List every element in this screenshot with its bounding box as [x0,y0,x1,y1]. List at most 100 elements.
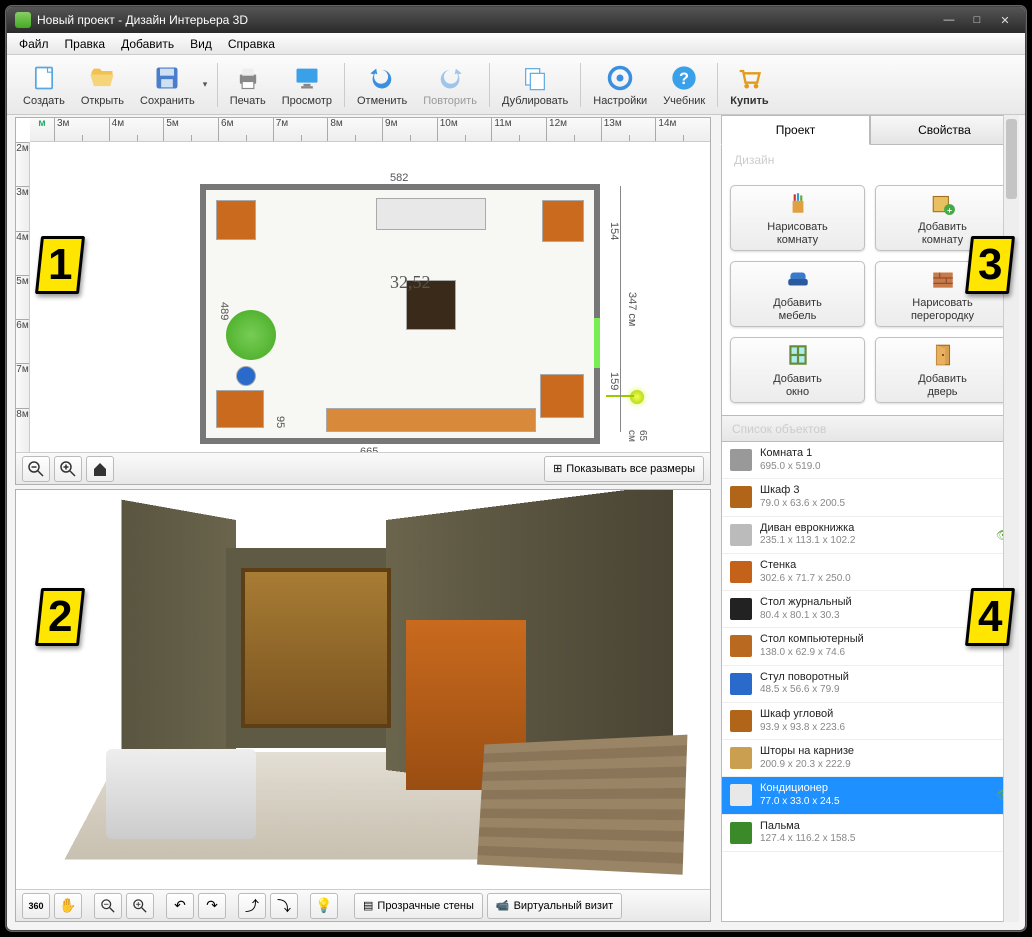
undo-button[interactable]: Отменить [349,57,415,113]
menu-edit[interactable]: Правка [57,34,114,54]
plan-canvas[interactable]: 32,52 582 347 см 154 159 65 см 665 489 9… [30,142,710,452]
zoom-out-button[interactable] [22,456,50,482]
draw-room-button[interactable]: Нарисоватькомнату [730,185,865,251]
folder-open-icon [87,63,117,93]
area-label: 32,52 [390,272,431,293]
dim-r3: 159 [608,372,620,390]
dim-top: 582 [390,172,408,184]
ruler-tick: 8м [16,408,29,452]
annotation-badge-4: 4 [965,588,1015,646]
ruler-tick: 11м [491,118,546,141]
object-row[interactable]: Кондиционер 77.0 x 33.0 x 24.5 👁 [722,777,1018,814]
object-name: Кондиционер [760,782,988,796]
furniture-desk[interactable] [216,390,264,428]
zoom-in-3d-button[interactable] [126,893,154,919]
object-icon [730,598,752,620]
ruler-tick: 8м [327,118,382,141]
save-button[interactable]: Сохранить [132,57,203,113]
add-window-button[interactable]: Добавитьокно [730,337,865,403]
annotation-badge-2: 2 [35,588,85,646]
furniture-wardrobe[interactable] [216,200,256,240]
armchair-icon [784,265,812,293]
dim-line [620,186,621,432]
object-name: Пальма [760,820,1010,834]
maximize-button[interactable]: □ [965,11,989,29]
help-icon: ? [669,63,699,93]
object-dimensions: 138.0 x 62.9 x 74.6 [760,647,1010,660]
settings-button[interactable]: Настройки [585,57,655,113]
object-row[interactable]: Шторы на карнизе 200.9 x 20.3 x 222.9 [722,740,1018,777]
duplicate-button[interactable]: Дублировать [494,57,576,113]
home-button[interactable] [86,456,114,482]
window-marker[interactable] [594,318,600,368]
titlebar: Новый проект - Дизайн Интерьера 3D — □ ✕ [7,7,1025,33]
minimize-button[interactable]: — [937,11,961,29]
furniture-corner2[interactable] [540,374,584,418]
sofa-3d [106,749,256,839]
scrollbar[interactable] [1003,442,1019,922]
pan-button[interactable]: ✋ [54,893,82,919]
toolbar: Создать Открыть Сохранить ▾ Печать Просм… [7,55,1025,115]
menu-view[interactable]: Вид [182,34,220,54]
side-tabs: Проект Свойства [721,115,1019,145]
printer-icon [233,63,263,93]
object-row[interactable]: Стул поворотный 48.5 x 56.6 x 79.9 [722,666,1018,703]
menu-add[interactable]: Добавить [113,34,182,54]
zoom-out-3d-button[interactable] [94,893,122,919]
furniture-chair[interactable] [236,366,256,386]
add-door-button[interactable]: Добавитьдверь [875,337,1010,403]
view-3d-canvas[interactable] [16,490,710,889]
object-row[interactable]: Пальма 127.4 x 116.2 x 158.5 [722,815,1018,852]
ruler-tick: 3м [16,186,29,230]
object-row[interactable]: Шкаф 3 79.0 x 63.6 x 200.5 [722,479,1018,516]
tilt-down-button[interactable]: ⤵ [270,893,298,919]
annotation-badge-1: 1 [35,236,85,294]
preview-button[interactable]: Просмотр [274,57,340,113]
object-dimensions: 79.0 x 63.6 x 200.5 [760,498,1010,511]
add-furniture-button[interactable]: Добавитьмебель [730,261,865,327]
open-button[interactable]: Открыть [73,57,132,113]
menu-help[interactable]: Справка [220,34,283,54]
tutorial-button[interactable]: ?Учебник [655,57,713,113]
dim-right: 347 см [626,292,638,326]
tab-project[interactable]: Проект [721,115,870,145]
camera-icon: 📹 [496,899,510,912]
object-row[interactable]: Стенка 302.6 x 71.7 x 250.0 [722,554,1018,591]
room-outline[interactable] [200,184,600,444]
redo-button[interactable]: Повторить [415,57,485,113]
print-button[interactable]: Печать [222,57,274,113]
show-dimensions-button[interactable]: ⊞ Показывать все размеры [544,456,704,482]
tilt-up-button[interactable]: ⤴ [238,893,266,919]
rotate-left-button[interactable]: ↶ [166,893,194,919]
object-row[interactable]: Шкаф угловой 93.9 x 93.8 x 223.6 [722,703,1018,740]
handle-icon[interactable] [630,390,644,404]
rotate-360-button[interactable]: 360 [22,893,50,919]
furniture-corner[interactable] [542,200,584,242]
furniture-ac[interactable] [376,198,486,230]
object-dimensions: 127.4 x 116.2 x 158.5 [760,833,1010,846]
close-button[interactable]: ✕ [993,11,1017,29]
object-list[interactable]: Комната 1 695.0 x 519.0 Шкаф 3 79.0 x 63… [721,442,1019,922]
object-row[interactable]: Диван еврокнижка 235.1 x 113.1 x 102.2 👁 [722,517,1018,554]
ruler-tick: 2м [16,142,29,186]
virtual-visit-button[interactable]: 📹 Виртуальный визит [487,893,622,919]
ruler-tick: 7м [273,118,328,141]
rotate-right-button[interactable]: ↷ [198,893,226,919]
door-icon [929,341,957,369]
zoom-in-button[interactable] [54,456,82,482]
object-row[interactable]: Комната 1 695.0 x 519.0 [722,442,1018,479]
save-dropdown[interactable]: ▾ [203,79,213,90]
create-button[interactable]: Создать [15,57,73,113]
furniture-sofa[interactable] [326,408,536,432]
light-button[interactable]: 💡 [310,893,338,919]
tab-properties[interactable]: Свойства [870,115,1019,145]
ruler-tick: 13м [601,118,656,141]
duplicate-icon [520,63,550,93]
app-icon [15,12,31,28]
dim-r2: 154 [608,222,620,240]
transparent-walls-button[interactable]: ▤ Прозрачные стены [354,893,483,919]
furniture-palm[interactable] [226,310,276,360]
ruler-tick: 9м [382,118,437,141]
buy-button[interactable]: Купить [722,57,776,113]
menu-file[interactable]: Файл [11,34,57,54]
